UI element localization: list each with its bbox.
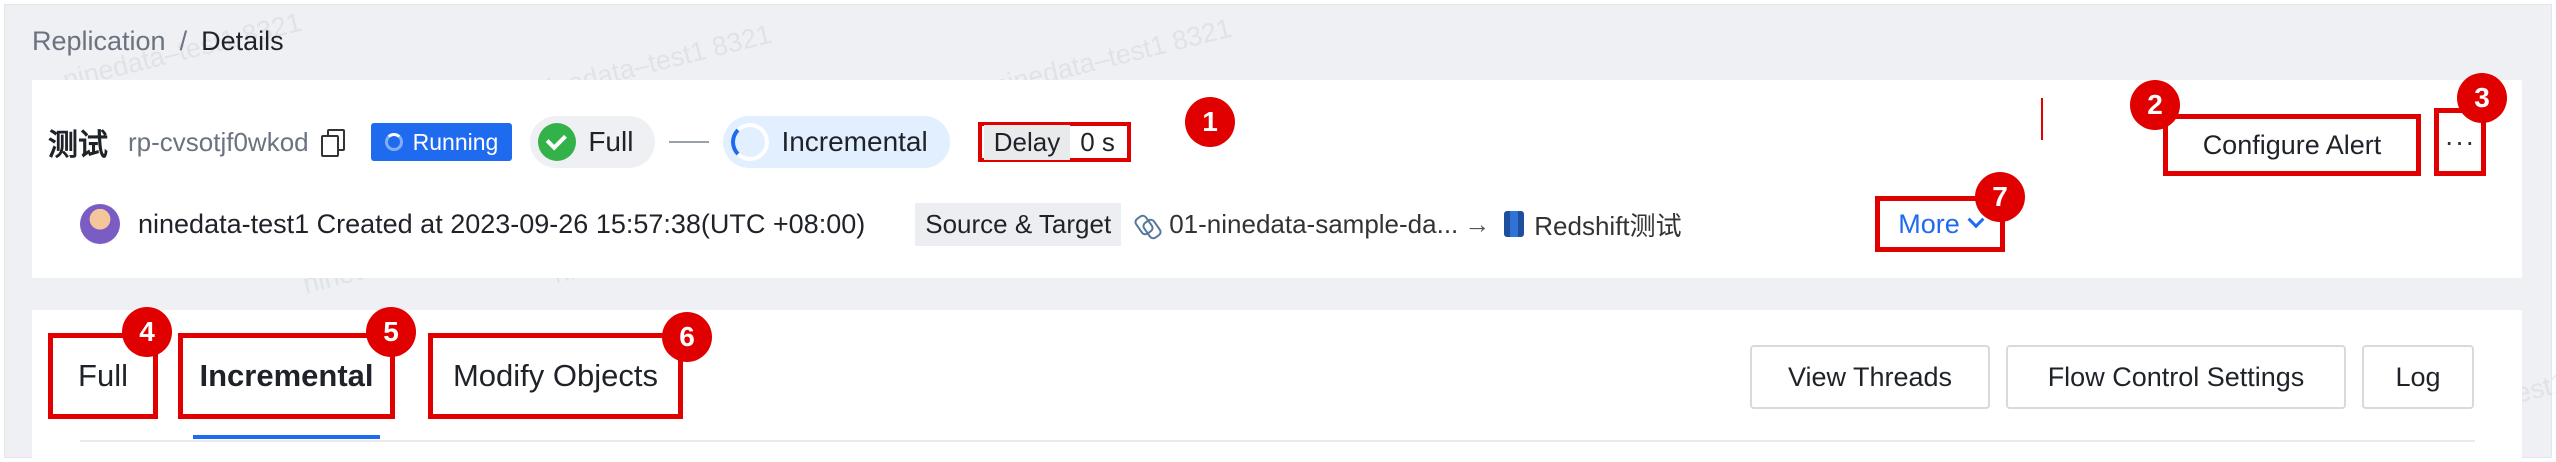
- source-target-label: Source & Target: [915, 202, 1122, 246]
- breadcrumb-current: Details: [201, 26, 284, 56]
- connection-icon: [1135, 213, 1157, 235]
- active-tab-indicator: [193, 435, 380, 439]
- configure-alert-button[interactable]: Configure Alert: [2163, 114, 2421, 176]
- annotation-marker: 4: [122, 307, 172, 357]
- full-stage-label: Full: [588, 126, 634, 157]
- incremental-stage-label: Incremental: [781, 126, 928, 157]
- flow-control-settings-button[interactable]: Flow Control Settings: [2006, 345, 2346, 409]
- annotation-marker: 3: [2457, 73, 2507, 123]
- annotation-marker: 6: [662, 312, 712, 362]
- task-summary-row: 测试 rp-cvsotjf0wkod Running Full Incremen…: [48, 112, 1131, 172]
- annotation-marker: 2: [2130, 80, 2180, 130]
- delay-value: 0 s: [1080, 126, 1115, 157]
- log-button[interactable]: Log: [2362, 345, 2474, 409]
- breadcrumb-separator: /: [179, 26, 188, 56]
- annotation-marker: 7: [1975, 172, 2025, 222]
- task-name: 测试: [48, 129, 108, 162]
- breadcrumb-replication-link[interactable]: Replication: [32, 26, 166, 57]
- text-cursor: [2041, 98, 2043, 140]
- status-text: Running: [412, 128, 499, 155]
- avatar: [80, 204, 120, 244]
- copy-icon[interactable]: [320, 129, 345, 157]
- arrow-right-icon: →: [1464, 208, 1491, 239]
- tab-incremental[interactable]: Incremental: [178, 333, 395, 419]
- redshift-icon: [1504, 211, 1525, 237]
- tab-modify-objects[interactable]: Modify Objects: [428, 333, 683, 419]
- source-datasource[interactable]: 01-ninedata-sample-da...: [1169, 209, 1458, 240]
- check-circle-icon: [538, 123, 577, 161]
- target-datasource[interactable]: Redshift测试: [1534, 206, 1681, 243]
- creator-info: ninedata-test1 Created at 2023-09-26 15:…: [138, 208, 866, 239]
- task-meta-row: ninedata-test1 Created at 2023-09-26 15:…: [80, 198, 1682, 250]
- stage-connector: [669, 141, 710, 143]
- task-id: rp-cvsotjf0wkod: [128, 126, 309, 157]
- full-stage-pill: Full: [530, 116, 656, 168]
- incremental-stage-pill: Incremental: [723, 116, 950, 168]
- loading-icon: [384, 133, 403, 151]
- annotation-marker: 1: [1185, 97, 1235, 147]
- status-badge: Running: [370, 123, 513, 161]
- delay-label: Delay: [983, 124, 1071, 160]
- tabs-divider: [80, 440, 2475, 442]
- more-label: More: [1898, 208, 1960, 239]
- view-threads-button[interactable]: View Threads: [1750, 345, 1990, 409]
- delay-indicator: Delay 0 s: [977, 122, 1131, 162]
- annotation-marker: 5: [366, 307, 416, 357]
- breadcrumb: Replication / Details: [32, 26, 284, 57]
- loading-ring-icon: [731, 123, 770, 161]
